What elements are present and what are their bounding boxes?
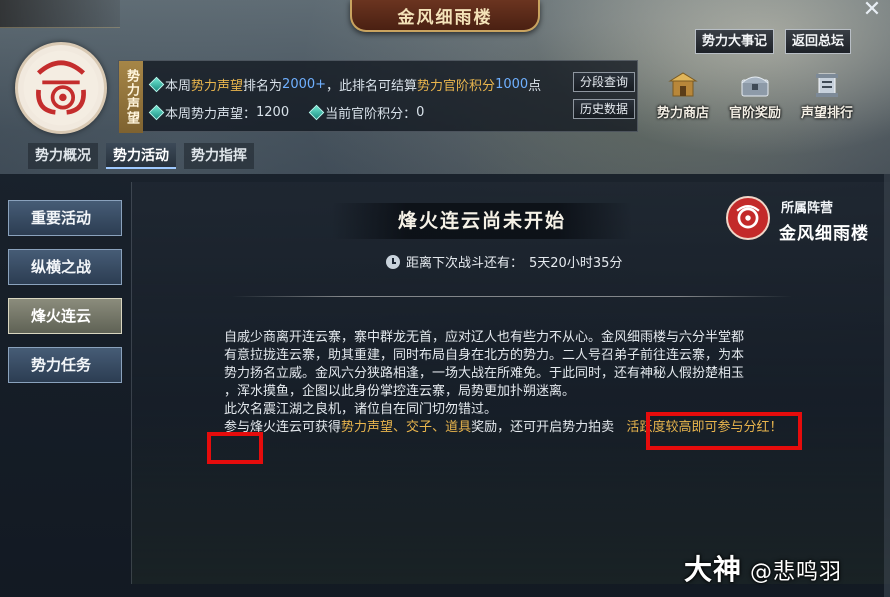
rank-mid1: 排名为 xyxy=(243,79,283,94)
window-title: 金风细雨楼 xyxy=(350,0,540,32)
top-left-ornament xyxy=(0,0,120,28)
gem-icon xyxy=(308,104,325,121)
gem-icon xyxy=(148,104,165,121)
rank-points-label: 当前官阶积分： xyxy=(325,107,417,122)
clock-icon xyxy=(386,254,400,269)
rank-points-value: 1000 xyxy=(495,77,529,92)
weekly-reputation-label: 本周势力声望： xyxy=(165,107,257,122)
rank-prefix: 本周 xyxy=(165,79,192,94)
faction-emblem-small xyxy=(726,196,770,240)
countdown-value: 5天20小时35分 xyxy=(529,256,623,271)
reward-prefix: 参与烽火连云可获得 xyxy=(224,420,342,435)
rank-hl-points: 势力官阶积分 xyxy=(417,79,496,94)
panel-edge xyxy=(884,174,890,597)
reputation-ranking-button[interactable]: 声望排行 xyxy=(792,70,862,121)
reward-sep: 、 xyxy=(432,420,446,435)
tab-activities[interactable]: 势力活动 xyxy=(106,143,176,169)
desc-line: 自戚少商离开连云寨，寨中群龙无首，应对辽人也有些力不从心。金风细雨楼与六分半堂都 xyxy=(224,330,745,345)
rank-suffix: 点 xyxy=(528,79,542,94)
segment-query-button[interactable]: 分段查询 xyxy=(573,72,636,92)
main-tabs: 势力概况 势力活动 势力指挥 xyxy=(28,143,254,169)
faction-events-button[interactable]: 势力大事记 xyxy=(695,29,775,54)
shop-icon xyxy=(665,70,701,100)
side-item-important[interactable]: 重要活动 xyxy=(8,200,122,236)
faction-shop-label: 势力商店 xyxy=(656,106,709,121)
ranking-icon xyxy=(809,70,845,100)
desc-line: 势力扬名立威。金风六分狭路相逢，一场大战在所难免。于此同时，还有神秘人假扮楚相玉 xyxy=(224,366,745,381)
rank-reward-label: 官阶奖励 xyxy=(728,106,781,121)
tab-command[interactable]: 势力指挥 xyxy=(184,143,254,169)
watermark-user: @悲鸣羽 xyxy=(750,560,843,585)
side-item-beacon[interactable]: 烽火连云 xyxy=(8,298,122,334)
activity-title: 烽火连云尚未开始 xyxy=(332,203,632,239)
reputation-ranking-label: 声望排行 xyxy=(800,106,853,121)
faction-label: 所属阵营 xyxy=(781,201,834,216)
desc-line: 有意拉拢连云寨，助其重建，同时布局自身在北方的势力。二人号召弟子前往连云寨，为本 xyxy=(224,348,745,363)
faction-emblem-large xyxy=(15,42,107,134)
divider xyxy=(232,296,792,297)
close-button[interactable]: ✕ xyxy=(860,0,884,22)
watermark: 大神 @悲鸣羽 xyxy=(684,548,842,588)
weekly-rank-line: 本周 势力声望 排名为 2000+ ，此排名可结算 势力官阶积分 1000 点 xyxy=(148,75,542,94)
reputation-info-panel: 势力声望 本周 势力声望 排名为 2000+ ，此排名可结算 势力官阶积分 10… xyxy=(118,60,638,133)
reward-line: 参与烽火连云可获得势力声望、交子、道具奖励，还可开启势力拍卖 活跃度较高即可参与… xyxy=(224,419,794,437)
countdown-label: 距离下次战斗还有： xyxy=(406,256,524,271)
faction-crest-icon xyxy=(23,50,99,126)
faction-name: 金风细雨楼 xyxy=(779,224,869,244)
rank-points-current: 0 xyxy=(416,105,425,120)
reward-items: 道具 xyxy=(445,420,472,435)
watermark-brand: 大神 xyxy=(684,553,743,586)
countdown: 距离下次战斗还有： 5天20小时35分 xyxy=(386,252,622,271)
rank-hl-reputation: 势力声望 xyxy=(191,79,244,94)
gem-icon xyxy=(148,76,165,93)
rank-reward-button[interactable]: 官阶奖励 xyxy=(720,70,790,121)
side-item-tasks[interactable]: 势力任务 xyxy=(8,347,122,383)
weekly-reputation-value: 1200 xyxy=(256,105,290,120)
desc-line: ，浑水摸鱼，企图以此身份掌控连云寨，局势更加扑朔迷离。 xyxy=(224,384,576,399)
rank-mid2: ，此排名可结算 xyxy=(326,79,418,94)
faction-shop-button[interactable]: 势力商店 xyxy=(648,70,718,121)
reward-dividend: 活跃度较高即可参与分红！ xyxy=(626,420,783,435)
history-data-button[interactable]: 历史数据 xyxy=(573,99,636,119)
reward-sep: 、 xyxy=(393,420,407,435)
return-hq-button[interactable]: 返回总坛 xyxy=(785,29,852,54)
rank-value: 2000+ xyxy=(282,77,327,92)
faction-crest-icon xyxy=(736,205,760,229)
desc-line: 此次名震江湖之良机，诸位自在同门切勿错过。 xyxy=(224,402,498,417)
activity-description: 自戚少商离开连云寨，寨中群龙无首，应对辽人也有些力不从心。金风细雨楼与六分半堂都… xyxy=(224,329,794,437)
reward-jiaozi: 交子 xyxy=(406,420,433,435)
reputation-label: 势力声望 xyxy=(119,61,143,133)
side-item-battle[interactable]: 纵横之战 xyxy=(8,249,122,285)
tab-overview[interactable]: 势力概况 xyxy=(28,143,98,169)
reward-mid: 奖励，还可开启势力拍卖 xyxy=(471,420,615,435)
reward-reputation: 势力声望 xyxy=(341,420,394,435)
chest-icon xyxy=(737,70,773,100)
weekly-stats-line: 本周势力声望： 1200 当前官阶积分： 0 xyxy=(148,103,425,122)
side-nav: 重要活动 纵横之战 烽火连云 势力任务 xyxy=(8,200,122,396)
